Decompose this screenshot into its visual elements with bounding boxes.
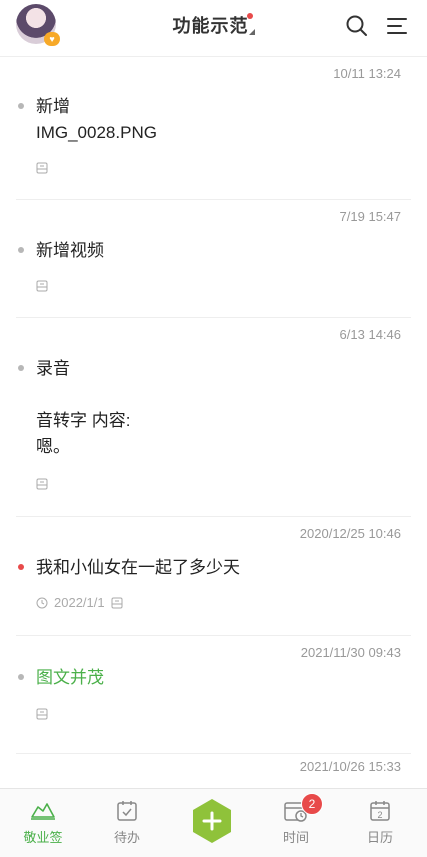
- tab-calendar[interactable]: 2 日历: [345, 799, 415, 846]
- memo-text: 图文并茂: [36, 668, 104, 687]
- tray-icon: [111, 597, 123, 608]
- list-item[interactable]: 2021/11/30 09:43 图文并茂: [16, 636, 411, 754]
- list-item[interactable]: 2020/12/25 10:46 我和小仙女在一起了多少天 2022/1/1: [16, 517, 411, 636]
- memo-list: 10/11 13:24 新增 IMG_0028.PNG 7/19 15:47 新…: [0, 57, 427, 794]
- list-item[interactable]: 7/19 15:47 新增视频: [16, 200, 411, 318]
- memo-text: 录音 音转字 内容: 嗯。: [36, 359, 131, 456]
- tab-time[interactable]: 时间 2: [261, 793, 331, 846]
- tray-icon: [36, 708, 48, 720]
- checkbox-icon: [117, 801, 137, 821]
- memo-text: 新增视频: [36, 241, 104, 260]
- tray-icon: [36, 478, 48, 490]
- tab-todo[interactable]: 待办: [92, 799, 162, 846]
- list-item[interactable]: 6/13 14:46 录音 音转字 内容: 嗯。: [16, 318, 411, 517]
- search-icon[interactable]: [345, 14, 369, 38]
- bullet-dot: [18, 247, 24, 253]
- app-header: ♥ 功能示范: [0, 0, 427, 57]
- tab-label: 待办: [113, 830, 140, 845]
- timestamp: 2021/11/30 09:43: [300, 645, 401, 660]
- tab-jingyeqian[interactable]: 敬业签: [8, 799, 78, 846]
- tray-icon: [36, 280, 48, 292]
- list-item[interactable]: 10/11 13:24 新增 IMG_0028.PNG: [16, 57, 411, 200]
- tab-label: 敬业签: [23, 830, 63, 845]
- menu-icon[interactable]: [385, 14, 409, 38]
- timestamp: 10/11 13:24: [333, 66, 401, 81]
- memo-meta: [36, 280, 48, 292]
- calendar-icon: 2: [370, 801, 390, 821]
- memo-meta: 2022/1/1: [36, 595, 123, 610]
- tray-icon: [36, 162, 48, 174]
- note-icon: [31, 803, 55, 820]
- memo-meta: [36, 708, 48, 720]
- bullet-dot: [18, 365, 24, 371]
- memo-meta: [36, 162, 48, 174]
- clock-icon: [36, 597, 48, 608]
- timestamp: 6/13 14:46: [339, 327, 401, 342]
- tab-label: 时间: [282, 830, 309, 845]
- add-button[interactable]: [190, 797, 234, 845]
- bullet-dot: [18, 103, 24, 109]
- bullet-dot: [18, 674, 24, 680]
- timestamp: 2020/12/25 10:46: [299, 526, 401, 541]
- calendar-day: 2: [377, 810, 382, 820]
- memo-text: 新增 IMG_0028.PNG: [36, 97, 157, 142]
- tab-label: 日历: [366, 830, 393, 845]
- notification-badge: 2: [301, 793, 323, 815]
- timestamp: 2021/10/26 15:33: [299, 759, 401, 774]
- memo-text: 我和小仙女在一起了多少天: [36, 558, 240, 577]
- page-title[interactable]: 功能示范: [173, 16, 249, 36]
- bullet-dot-red: [18, 564, 24, 570]
- memo-meta: [36, 478, 48, 490]
- bottom-tab-bar: 敬业签 待办 时间 2 2 日历: [0, 788, 427, 857]
- timestamp: 7/19 15:47: [339, 209, 401, 224]
- dropdown-corner-icon: [248, 29, 255, 35]
- unread-dot: [246, 13, 253, 19]
- reminder-date: 2022/1/1: [54, 595, 105, 610]
